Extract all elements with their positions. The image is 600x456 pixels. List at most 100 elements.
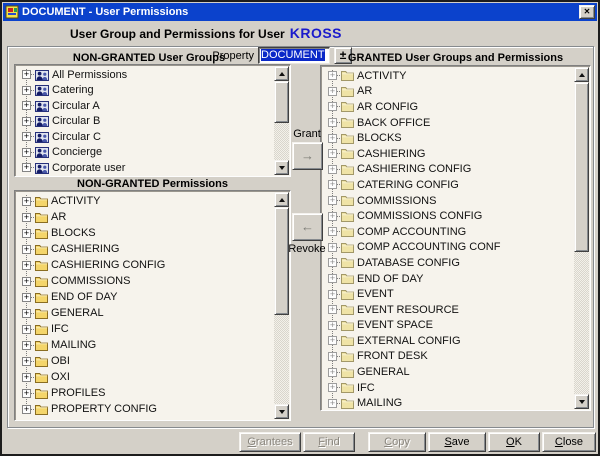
expand-plus-icon[interactable]: +: [328, 290, 337, 299]
scroll-down-button[interactable]: [574, 394, 589, 409]
tree-item[interactable]: + MAILING: [322, 395, 573, 409]
expand-plus-icon[interactable]: +: [328, 196, 337, 205]
expand-plus-icon[interactable]: +: [328, 227, 337, 236]
tree-item[interactable]: + ACTIVITY: [322, 68, 573, 84]
expand-plus-icon[interactable]: +: [328, 305, 337, 314]
tree-item[interactable]: + EVENT: [322, 286, 573, 302]
tree-item[interactable]: + FRONT DESK: [322, 349, 573, 365]
tree-item[interactable]: + AR: [16, 209, 273, 225]
expand-plus-icon[interactable]: +: [22, 325, 31, 334]
expand-plus-icon[interactable]: +: [22, 341, 31, 350]
tree-item[interactable]: + EXTERNAL CONFIG: [322, 333, 573, 349]
scroll-up-button[interactable]: [274, 192, 289, 207]
expand-plus-icon[interactable]: +: [22, 101, 31, 110]
title-bar[interactable]: DOCUMENT - User Permissions ✕: [3, 3, 597, 21]
expand-plus-icon[interactable]: +: [328, 243, 337, 252]
expand-plus-icon[interactable]: +: [22, 309, 31, 318]
expand-plus-icon[interactable]: +: [328, 102, 337, 111]
expand-plus-icon[interactable]: +: [22, 229, 31, 238]
tree-item[interactable]: + BACK OFFICE: [322, 115, 573, 131]
expand-plus-icon[interactable]: +: [22, 277, 31, 286]
tree-item[interactable]: + COMMISSIONS CONFIG: [322, 208, 573, 224]
expand-plus-icon[interactable]: +: [328, 336, 337, 345]
expand-plus-icon[interactable]: +: [22, 163, 31, 172]
tree-item[interactable]: + PROFILES: [16, 385, 273, 401]
tree-item[interactable]: + CATERING CONFIG: [322, 177, 573, 193]
expand-plus-icon[interactable]: +: [22, 357, 31, 366]
ok-button[interactable]: OK: [488, 432, 540, 452]
expand-plus-icon[interactable]: +: [328, 352, 337, 361]
expand-plus-icon[interactable]: +: [22, 245, 31, 254]
expand-plus-icon[interactable]: +: [328, 321, 337, 330]
tree-item[interactable]: + GENERAL: [16, 305, 273, 321]
expand-plus-icon[interactable]: +: [22, 405, 31, 414]
expand-plus-icon[interactable]: +: [328, 87, 337, 96]
scroll-down-button[interactable]: [274, 160, 289, 175]
expand-plus-icon[interactable]: +: [328, 149, 337, 158]
tree-item[interactable]: + Catering: [16, 83, 273, 99]
tree-item[interactable]: + COMMISSIONS: [322, 193, 573, 209]
tree-item[interactable]: + EVENT SPACE: [322, 318, 573, 334]
expand-plus-icon[interactable]: +: [328, 180, 337, 189]
revoke-button[interactable]: ←: [292, 213, 323, 241]
expand-plus-icon[interactable]: +: [22, 117, 31, 126]
tree-item[interactable]: + All Permissions: [16, 67, 273, 83]
tree-item[interactable]: + Circular A: [16, 98, 273, 114]
tree-item[interactable]: + END OF DAY: [16, 289, 273, 305]
scroll-up-button[interactable]: [274, 66, 289, 81]
tree-item[interactable]: + OBI: [16, 353, 273, 369]
expand-plus-icon[interactable]: +: [22, 132, 31, 141]
scroll-down-button[interactable]: [274, 404, 289, 419]
scrollbar-thumb[interactable]: [274, 81, 289, 123]
tree-item[interactable]: + PROPERTY CONFIG: [16, 401, 273, 417]
scroll-up-button[interactable]: [574, 67, 589, 82]
tree-item[interactable]: + EVENT RESOURCE: [322, 302, 573, 318]
tree-item[interactable]: + IFC: [322, 380, 573, 396]
tree-item[interactable]: + CASHIERING: [322, 146, 573, 162]
tree-item[interactable]: + Concierge: [16, 145, 273, 161]
expand-plus-icon[interactable]: +: [22, 197, 31, 206]
expand-plus-icon[interactable]: +: [328, 368, 337, 377]
tree-item[interactable]: + CASHIERING CONFIG: [322, 162, 573, 178]
scrollbar-thumb[interactable]: [574, 82, 589, 252]
scrollbar[interactable]: [574, 67, 589, 409]
tree-item[interactable]: + Circular C: [16, 129, 273, 145]
expand-plus-icon[interactable]: +: [22, 261, 31, 270]
expand-plus-icon[interactable]: +: [328, 134, 337, 143]
close-button[interactable]: Close: [542, 432, 596, 452]
expand-plus-icon[interactable]: +: [328, 399, 337, 408]
grant-button[interactable]: →: [292, 142, 323, 170]
tree-item[interactable]: + COMP ACCOUNTING CONF: [322, 240, 573, 256]
tree-item[interactable]: + AR CONFIG: [322, 99, 573, 115]
expand-plus-icon[interactable]: +: [328, 274, 337, 283]
scrollbar[interactable]: [274, 192, 289, 419]
tree-item[interactable]: + BLOCKS: [322, 130, 573, 146]
tree-item[interactable]: + CASHIERING CONFIG: [16, 257, 273, 273]
tree-item[interactable]: + ACTIVITY: [16, 193, 273, 209]
tree-item[interactable]: + END OF DAY: [322, 271, 573, 287]
tree-item[interactable]: + BLOCKS: [16, 225, 273, 241]
tree-item[interactable]: + AR: [322, 84, 573, 100]
save-button[interactable]: Save: [428, 432, 486, 452]
expand-plus-icon[interactable]: +: [22, 213, 31, 222]
tree-item[interactable]: + Corporate user: [16, 160, 273, 175]
expand-plus-icon[interactable]: +: [328, 118, 337, 127]
expand-plus-icon[interactable]: +: [22, 373, 31, 382]
tree-item[interactable]: + Circular B: [16, 114, 273, 130]
tree-item[interactable]: + CASHIERING: [16, 241, 273, 257]
tree-item[interactable]: + DATABASE CONFIG: [322, 255, 573, 271]
tree-item[interactable]: + OXI: [16, 369, 273, 385]
expand-plus-icon[interactable]: +: [22, 148, 31, 157]
expand-plus-icon[interactable]: +: [22, 389, 31, 398]
tree-item[interactable]: + COMMISSIONS: [16, 273, 273, 289]
expand-plus-icon[interactable]: +: [328, 71, 337, 80]
scrollbar[interactable]: [274, 66, 289, 175]
tree-item[interactable]: + IFC: [16, 321, 273, 337]
close-icon[interactable]: ✕: [579, 5, 595, 19]
tree-item[interactable]: + GENERAL: [322, 364, 573, 380]
expand-plus-icon[interactable]: +: [328, 212, 337, 221]
expand-plus-icon[interactable]: +: [328, 383, 337, 392]
expand-plus-icon[interactable]: +: [22, 70, 31, 79]
expand-plus-icon[interactable]: +: [328, 258, 337, 267]
tree-item[interactable]: + MAILING: [16, 337, 273, 353]
